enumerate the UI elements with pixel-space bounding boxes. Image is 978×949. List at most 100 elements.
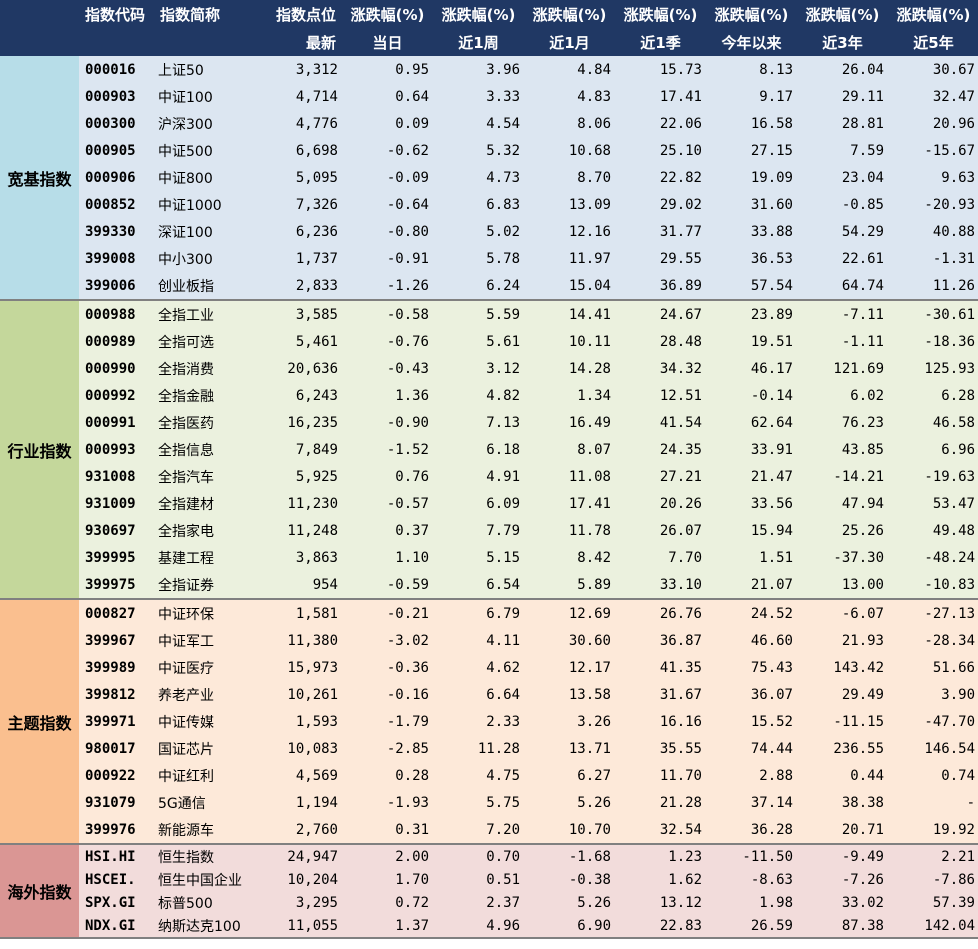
change-week-cell: 3.96 [433, 56, 524, 83]
index-code-cell: 000906 [79, 164, 154, 191]
change-5y-cell: 6.96 [888, 436, 978, 463]
change-3y-cell: -11.15 [797, 708, 888, 735]
change-5y-cell: 40.88 [888, 218, 978, 245]
change-month-cell: 6.90 [524, 914, 615, 939]
change-month-cell: 8.06 [524, 110, 615, 137]
change-3y-cell: 22.61 [797, 245, 888, 272]
index-point-cell: 10,261 [260, 681, 342, 708]
change-quarter-cell: 31.77 [615, 218, 706, 245]
change-day-cell: 0.64 [342, 83, 433, 110]
change-5y-cell: - [888, 789, 978, 816]
change-ytd-cell: 2.88 [706, 762, 797, 789]
change-day-cell: -0.76 [342, 328, 433, 355]
change-week-cell: 2.33 [433, 708, 524, 735]
index-code-cell: 399008 [79, 245, 154, 272]
change-5y-cell: 49.48 [888, 517, 978, 544]
change-quarter-cell: 29.02 [615, 191, 706, 218]
change-ytd-cell: 19.51 [706, 328, 797, 355]
change-day-cell: 0.09 [342, 110, 433, 137]
change-ytd-cell: 1.51 [706, 544, 797, 571]
change-5y-cell: -48.24 [888, 544, 978, 571]
index-name-cell: 全指信息 [154, 436, 260, 463]
change-3y-cell: 33.02 [797, 891, 888, 914]
change-month-cell: 4.84 [524, 56, 615, 83]
change-day-cell: -0.43 [342, 355, 433, 382]
index-point-cell: 10,204 [260, 868, 342, 891]
table-row: 000991 全指医药 16,235 -0.90 7.13 16.49 41.54 62.64… [0, 409, 978, 436]
change-ytd-cell: 75.43 [706, 654, 797, 681]
index-code-cell: 000016 [79, 56, 154, 83]
change-month-cell: 10.68 [524, 137, 615, 164]
index-code-cell: 399976 [79, 816, 154, 845]
table-row: 000922 中证红利 4,569 0.28 4.75 6.27 11.70 2.88 0.44… [0, 762, 978, 789]
index-name-cell: 中证传媒 [154, 708, 260, 735]
table-row: 399975 全指证券 954 -0.59 6.54 5.89 33.10 21.07 13.0… [0, 571, 978, 600]
table-row: 宽基指数 000016 上证50 3,312 0.95 3.96 4.84 15.73 8.13… [0, 56, 978, 301]
change-week-cell: 0.51 [433, 868, 524, 891]
change-quarter-cell: 41.35 [615, 654, 706, 681]
index-point-cell: 2,833 [260, 272, 342, 301]
change-3y-cell: 43.85 [797, 436, 888, 463]
table-header: 指数代码 指数简称 指数点位 涨跌幅(%) 涨跌幅(%) 涨跌幅(%) 涨跌幅(… [0, 0, 978, 56]
change-month-cell: 5.26 [524, 789, 615, 816]
index-name-cell: 新能源车 [154, 816, 260, 845]
change-3y-cell: 29.49 [797, 681, 888, 708]
index-code-cell: 931009 [79, 490, 154, 517]
change-day-cell: -0.80 [342, 218, 433, 245]
change-month-cell: 13.58 [524, 681, 615, 708]
table-row: HSCEI. 恒生中国企业 10,204 1.70 0.51 -0.38 1.62 -8.63… [0, 868, 978, 891]
change-week-cell: 5.02 [433, 218, 524, 245]
change-quarter-cell: 32.54 [615, 816, 706, 845]
change-3y-cell: -7.11 [797, 300, 888, 328]
change-ytd-cell: -0.14 [706, 382, 797, 409]
change-5y-cell: 46.58 [888, 409, 978, 436]
header-period-3y: 近3年 [797, 28, 888, 56]
header-period-5y: 近5年 [888, 28, 978, 56]
change-month-cell: 14.41 [524, 300, 615, 328]
index-code-cell: 000852 [79, 191, 154, 218]
change-quarter-cell: 29.55 [615, 245, 706, 272]
change-quarter-cell: 22.83 [615, 914, 706, 939]
group-label: 主题指数 [0, 599, 79, 845]
change-ytd-cell: 74.44 [706, 735, 797, 762]
index-code-cell: 000905 [79, 137, 154, 164]
change-5y-cell: 142.04 [888, 914, 978, 939]
change-day-cell: -0.62 [342, 137, 433, 164]
header-period-ytd: 今年以来 [706, 28, 797, 56]
change-5y-cell: 9.63 [888, 164, 978, 191]
change-ytd-cell: 31.60 [706, 191, 797, 218]
index-point-cell: 10,083 [260, 735, 342, 762]
change-ytd-cell: 46.60 [706, 627, 797, 654]
change-quarter-cell: 41.54 [615, 409, 706, 436]
table-row: 000852 中证1000 7,326 -0.64 6.83 13.09 29.02 31.6… [0, 191, 978, 218]
index-name-cell: 恒生中国企业 [154, 868, 260, 891]
index-point-cell: 3,312 [260, 56, 342, 83]
change-week-cell: 0.70 [433, 844, 524, 868]
header-point-top: 指数点位 [260, 0, 342, 28]
table-row: 931079 5G通信 1,194 -1.93 5.75 5.26 21.28 37.14 38… [0, 789, 978, 816]
change-quarter-cell: 16.16 [615, 708, 706, 735]
table-row: 000992 全指金融 6,243 1.36 4.82 1.34 12.51 -0.14 6.0… [0, 382, 978, 409]
index-name-cell: 全指消费 [154, 355, 260, 382]
index-code-cell: 399006 [79, 272, 154, 301]
table-row: 000993 全指信息 7,849 -1.52 6.18 8.07 24.35 33.91 43… [0, 436, 978, 463]
table-row: 000903 中证100 4,714 0.64 3.33 4.83 17.41 9.17 29.… [0, 83, 978, 110]
table-row: 399976 新能源车 2,760 0.31 7.20 10.70 32.54 36.28 20… [0, 816, 978, 845]
change-day-cell: -0.59 [342, 571, 433, 600]
table-row: 399971 中证传媒 1,593 -1.79 2.33 3.26 16.16 15.52 -1… [0, 708, 978, 735]
change-3y-cell: -9.49 [797, 844, 888, 868]
change-day-cell: 1.10 [342, 544, 433, 571]
index-code-cell: 000922 [79, 762, 154, 789]
index-code-cell: 980017 [79, 735, 154, 762]
change-3y-cell: 76.23 [797, 409, 888, 436]
change-quarter-cell: 13.12 [615, 891, 706, 914]
table-row: 000300 沪深300 4,776 0.09 4.54 8.06 22.06 16.58 28… [0, 110, 978, 137]
index-code-cell: NDX.GI [79, 914, 154, 939]
group-label: 海外指数 [0, 844, 79, 939]
table-row: 主题指数 000827 中证环保 1,581 -0.21 6.79 12.69 26.76 24… [0, 599, 978, 845]
table-row: 931008 全指汽车 5,925 0.76 4.91 11.08 27.21 21.47 -1… [0, 463, 978, 490]
change-day-cell: -0.16 [342, 681, 433, 708]
index-point-cell: 5,095 [260, 164, 342, 191]
index-point-cell: 1,581 [260, 599, 342, 627]
change-3y-cell: 143.42 [797, 654, 888, 681]
